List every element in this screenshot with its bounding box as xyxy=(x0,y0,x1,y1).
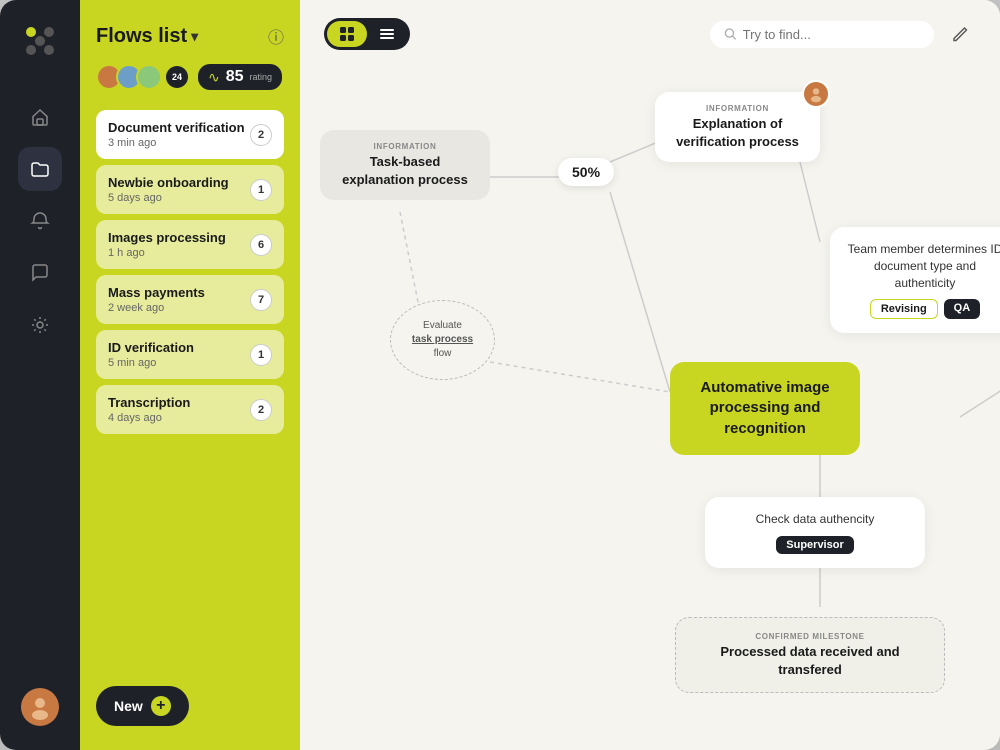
flow-item-time-5: 4 days ago xyxy=(108,412,190,424)
node-team-tags: Revising QA xyxy=(846,299,1000,319)
flow-item-badge-3: 7 xyxy=(250,289,272,311)
node-milestone-label-top: CONFIRMED MILESTONE xyxy=(694,632,926,641)
view-toggle xyxy=(324,18,410,50)
node-explanation-label-top: INFORMATION xyxy=(671,104,804,113)
tag-supervisor: Supervisor xyxy=(776,536,853,554)
flows-meta: 24 ∿ 85 rating xyxy=(96,64,284,90)
eval-node: Evaluatetask processflow xyxy=(390,300,495,380)
nav-item-folder[interactable] xyxy=(18,147,62,191)
tag-qa: QA xyxy=(944,299,981,319)
node-explanation-avatar xyxy=(802,80,830,108)
new-button-label: New xyxy=(114,698,143,714)
flow-item-1[interactable]: Newbie onboarding 5 days ago 1 xyxy=(96,165,284,214)
nav-items xyxy=(18,95,62,688)
flow-item-name-2: Images processing xyxy=(108,230,226,245)
node-milestone-title: Processed data received and transfered xyxy=(694,643,926,678)
nav-item-chat[interactable] xyxy=(18,251,62,295)
node-milestone: CONFIRMED MILESTONE Processed data recei… xyxy=(675,617,945,693)
view-list-button[interactable] xyxy=(367,21,407,47)
canvas-toolbar xyxy=(300,0,1000,62)
node-auto-title: Automative image processing and recognit… xyxy=(686,378,844,439)
rating-value: 85 xyxy=(226,68,244,86)
flow-item-badge-2: 6 xyxy=(250,234,272,256)
flow-item-name-1: Newbie onboarding xyxy=(108,175,229,190)
node-check-data: Check data authencity Supervisor xyxy=(705,497,925,568)
nav-item-home[interactable] xyxy=(18,95,62,139)
chevron-down-icon: ▾ xyxy=(191,28,198,45)
rating-label: rating xyxy=(250,72,273,83)
avatar-group: 24 xyxy=(96,64,188,90)
new-flow-button[interactable]: New + xyxy=(96,686,189,726)
pulse-icon: ∿ xyxy=(208,69,220,86)
flow-item-3[interactable]: Mass payments 2 week ago 7 xyxy=(96,275,284,324)
node-task-label-top: INFORMATION xyxy=(336,142,474,151)
node-auto-image: Automative image processing and recognit… xyxy=(670,362,860,455)
avatar-count: 24 xyxy=(166,66,188,88)
info-icon[interactable]: ⓘ xyxy=(268,24,284,48)
plus-icon: + xyxy=(151,696,171,716)
flow-item-time-1: 5 days ago xyxy=(108,192,229,204)
flows-title: Flows list ▾ xyxy=(96,25,198,48)
search-icon xyxy=(724,27,737,41)
rating-badge: ∿ 85 rating xyxy=(198,64,282,90)
flow-item-badge-4: 1 xyxy=(250,344,272,366)
percent-bubble: 50% xyxy=(558,158,614,186)
flows-panel: Flows list ▾ ⓘ 24 ∿ 85 rating Document v… xyxy=(80,0,300,750)
node-explanation-title: Explanation of verification process xyxy=(671,115,804,150)
flow-item-2[interactable]: Images processing 1 h ago 6 xyxy=(96,220,284,269)
flow-item-badge-0: 2 xyxy=(250,124,272,146)
flow-item-time-0: 3 min ago xyxy=(108,137,245,149)
flow-item-0[interactable]: Document verification 3 min ago 2 xyxy=(96,110,284,159)
search-box[interactable] xyxy=(710,21,934,48)
nav-item-settings[interactable] xyxy=(18,303,62,347)
node-explanation: INFORMATION Explanation of verification … xyxy=(655,92,820,162)
flow-diagram: INFORMATION Task-based explanation proce… xyxy=(300,62,1000,750)
flow-item-name-3: Mass payments xyxy=(108,285,205,300)
view-grid-button[interactable] xyxy=(327,21,367,47)
flow-item-name-4: ID verification xyxy=(108,340,194,355)
flow-item-badge-1: 1 xyxy=(250,179,272,201)
flow-item-info-2: Images processing 1 h ago xyxy=(108,230,226,259)
flow-item-info-4: ID verification 5 min ago xyxy=(108,340,194,369)
eval-label: Evaluatetask processflow xyxy=(412,319,473,361)
node-task-info: INFORMATION Task-based explanation proce… xyxy=(320,130,490,200)
flows-header: Flows list ▾ ⓘ xyxy=(96,24,284,48)
flow-item-info-0: Document verification 3 min ago xyxy=(108,120,245,149)
nav-sidebar xyxy=(0,0,80,750)
app-container: Flows list ▾ ⓘ 24 ∿ 85 rating Document v… xyxy=(0,0,1000,750)
flow-item-time-2: 1 h ago xyxy=(108,247,226,259)
flows-list: Document verification 3 min ago 2 Newbie… xyxy=(96,110,284,670)
node-check-tags: Supervisor xyxy=(721,536,909,554)
flow-item-name-5: Transcription xyxy=(108,395,190,410)
search-input[interactable] xyxy=(743,27,920,42)
main-canvas: INFORMATION Task-based explanation proce… xyxy=(300,0,1000,750)
node-team-member: Team member determines ID document type … xyxy=(830,227,1000,333)
node-task-title: Task-based explanation process xyxy=(336,153,474,188)
app-logo xyxy=(23,24,57,63)
user-avatar[interactable] xyxy=(21,688,59,726)
flows-title-text: Flows list xyxy=(96,25,187,48)
tag-revising: Revising xyxy=(870,299,938,319)
flow-item-5[interactable]: Transcription 4 days ago 2 xyxy=(96,385,284,434)
toolbar-right xyxy=(710,18,976,50)
flow-item-4[interactable]: ID verification 5 min ago 1 xyxy=(96,330,284,379)
percent-label: 50% xyxy=(572,164,600,180)
nav-item-bell[interactable] xyxy=(18,199,62,243)
flow-item-info-3: Mass payments 2 week ago xyxy=(108,285,205,314)
flow-item-time-4: 5 min ago xyxy=(108,357,194,369)
node-team-body: Team member determines ID document type … xyxy=(846,241,1000,291)
edit-icon-button[interactable] xyxy=(944,18,976,50)
flow-item-info-5: Transcription 4 days ago xyxy=(108,395,190,424)
avatar-3 xyxy=(136,64,162,90)
flow-item-badge-5: 2 xyxy=(250,399,272,421)
node-check-body: Check data authencity xyxy=(721,511,909,528)
flow-item-time-3: 2 week ago xyxy=(108,302,205,314)
flow-item-name-0: Document verification xyxy=(108,120,245,135)
flow-item-info-1: Newbie onboarding 5 days ago xyxy=(108,175,229,204)
